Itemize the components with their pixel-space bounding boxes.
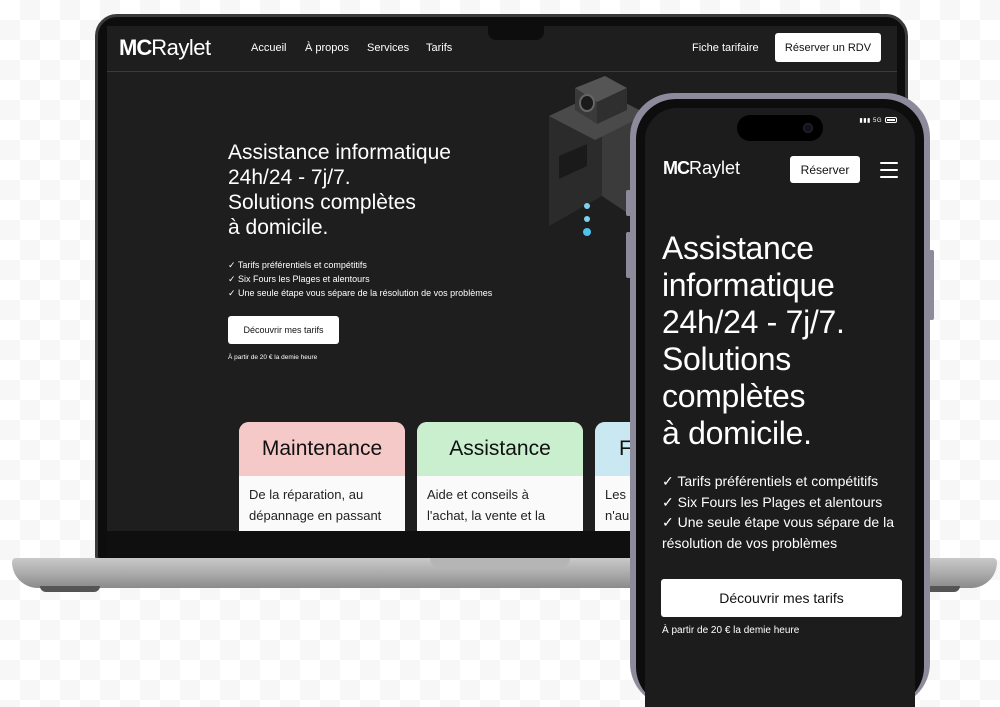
phone-screen: ▮▮▮ 5G MCRaylet Réserver Assistance info…: [645, 108, 915, 707]
laptop-opening-lip: [430, 558, 570, 568]
laptop-notch: [488, 26, 544, 40]
camera-icon: [803, 123, 813, 133]
nav-link-services[interactable]: Services: [367, 42, 409, 54]
service-card-maintenance[interactable]: Maintenance De la réparation, au dépanna…: [239, 422, 405, 531]
hamburger-menu-icon[interactable]: [880, 162, 898, 178]
phone-price-note: À partir de 20 € la demie heure: [662, 625, 800, 636]
battery-icon: [885, 117, 897, 124]
desktop-price-note: À partir de 20 € la demie heure: [228, 354, 318, 361]
desktop-hero-bullets: ✓ Tarifs préférentiels et compétitifs ✓ …: [228, 258, 492, 300]
card-description: Aide et conseils à l'achat, la vente et …: [417, 476, 583, 531]
list-item: ✓ Six Fours les Plages et alentours: [662, 493, 883, 510]
phone-hero-title: Assistance informatique 24h/24 - 7j/7. S…: [662, 230, 845, 451]
laptop-foot: [40, 586, 100, 592]
desktop-logo[interactable]: MCRaylet: [119, 35, 211, 61]
status-bar: ▮▮▮ 5G: [859, 117, 897, 124]
phone-logo[interactable]: MCRaylet: [663, 158, 740, 179]
nav-link-fiche-tarifaire[interactable]: Fiche tarifaire: [692, 42, 759, 54]
nav-link-tarifs[interactable]: Tarifs: [426, 42, 452, 54]
desktop-hero-title: Assistance informatique 24h/24 - 7j/7. S…: [228, 141, 451, 239]
reserver-button[interactable]: Réserver: [790, 156, 860, 183]
nav-link-accueil[interactable]: Accueil: [251, 42, 286, 54]
list-item: ✓ Tarifs préférentiels et compétitifs: [228, 260, 367, 270]
list-item: ✓ Six Fours les Plages et alentours: [228, 274, 370, 284]
nav-link-a-propos[interactable]: À propos: [305, 42, 349, 54]
list-item: ✓ Tarifs préférentiels et compétitifs: [662, 473, 879, 489]
dynamic-island: [737, 115, 823, 141]
decouvrir-tarifs-button[interactable]: Découvrir mes tarifs: [228, 316, 339, 344]
phone-decouvrir-tarifs-button[interactable]: Découvrir mes tarifs: [661, 579, 902, 617]
list-item: ✓ Une seule étape vous sépare de la réso…: [662, 514, 894, 551]
phone-hero-bullets: ✓ Tarifs préférentiels et compétitifs ✓ …: [662, 471, 912, 553]
service-card-assistance[interactable]: Assistance Aide et conseils à l'achat, l…: [417, 422, 583, 531]
reserver-rdv-button[interactable]: Réserver un RDV: [775, 33, 881, 62]
card-title: Assistance: [417, 422, 583, 476]
list-item: ✓ Une seule étape vous sépare de la réso…: [228, 288, 493, 298]
card-description: De la réparation, au dépannage en passan…: [239, 476, 405, 531]
card-title: Maintenance: [239, 422, 405, 476]
